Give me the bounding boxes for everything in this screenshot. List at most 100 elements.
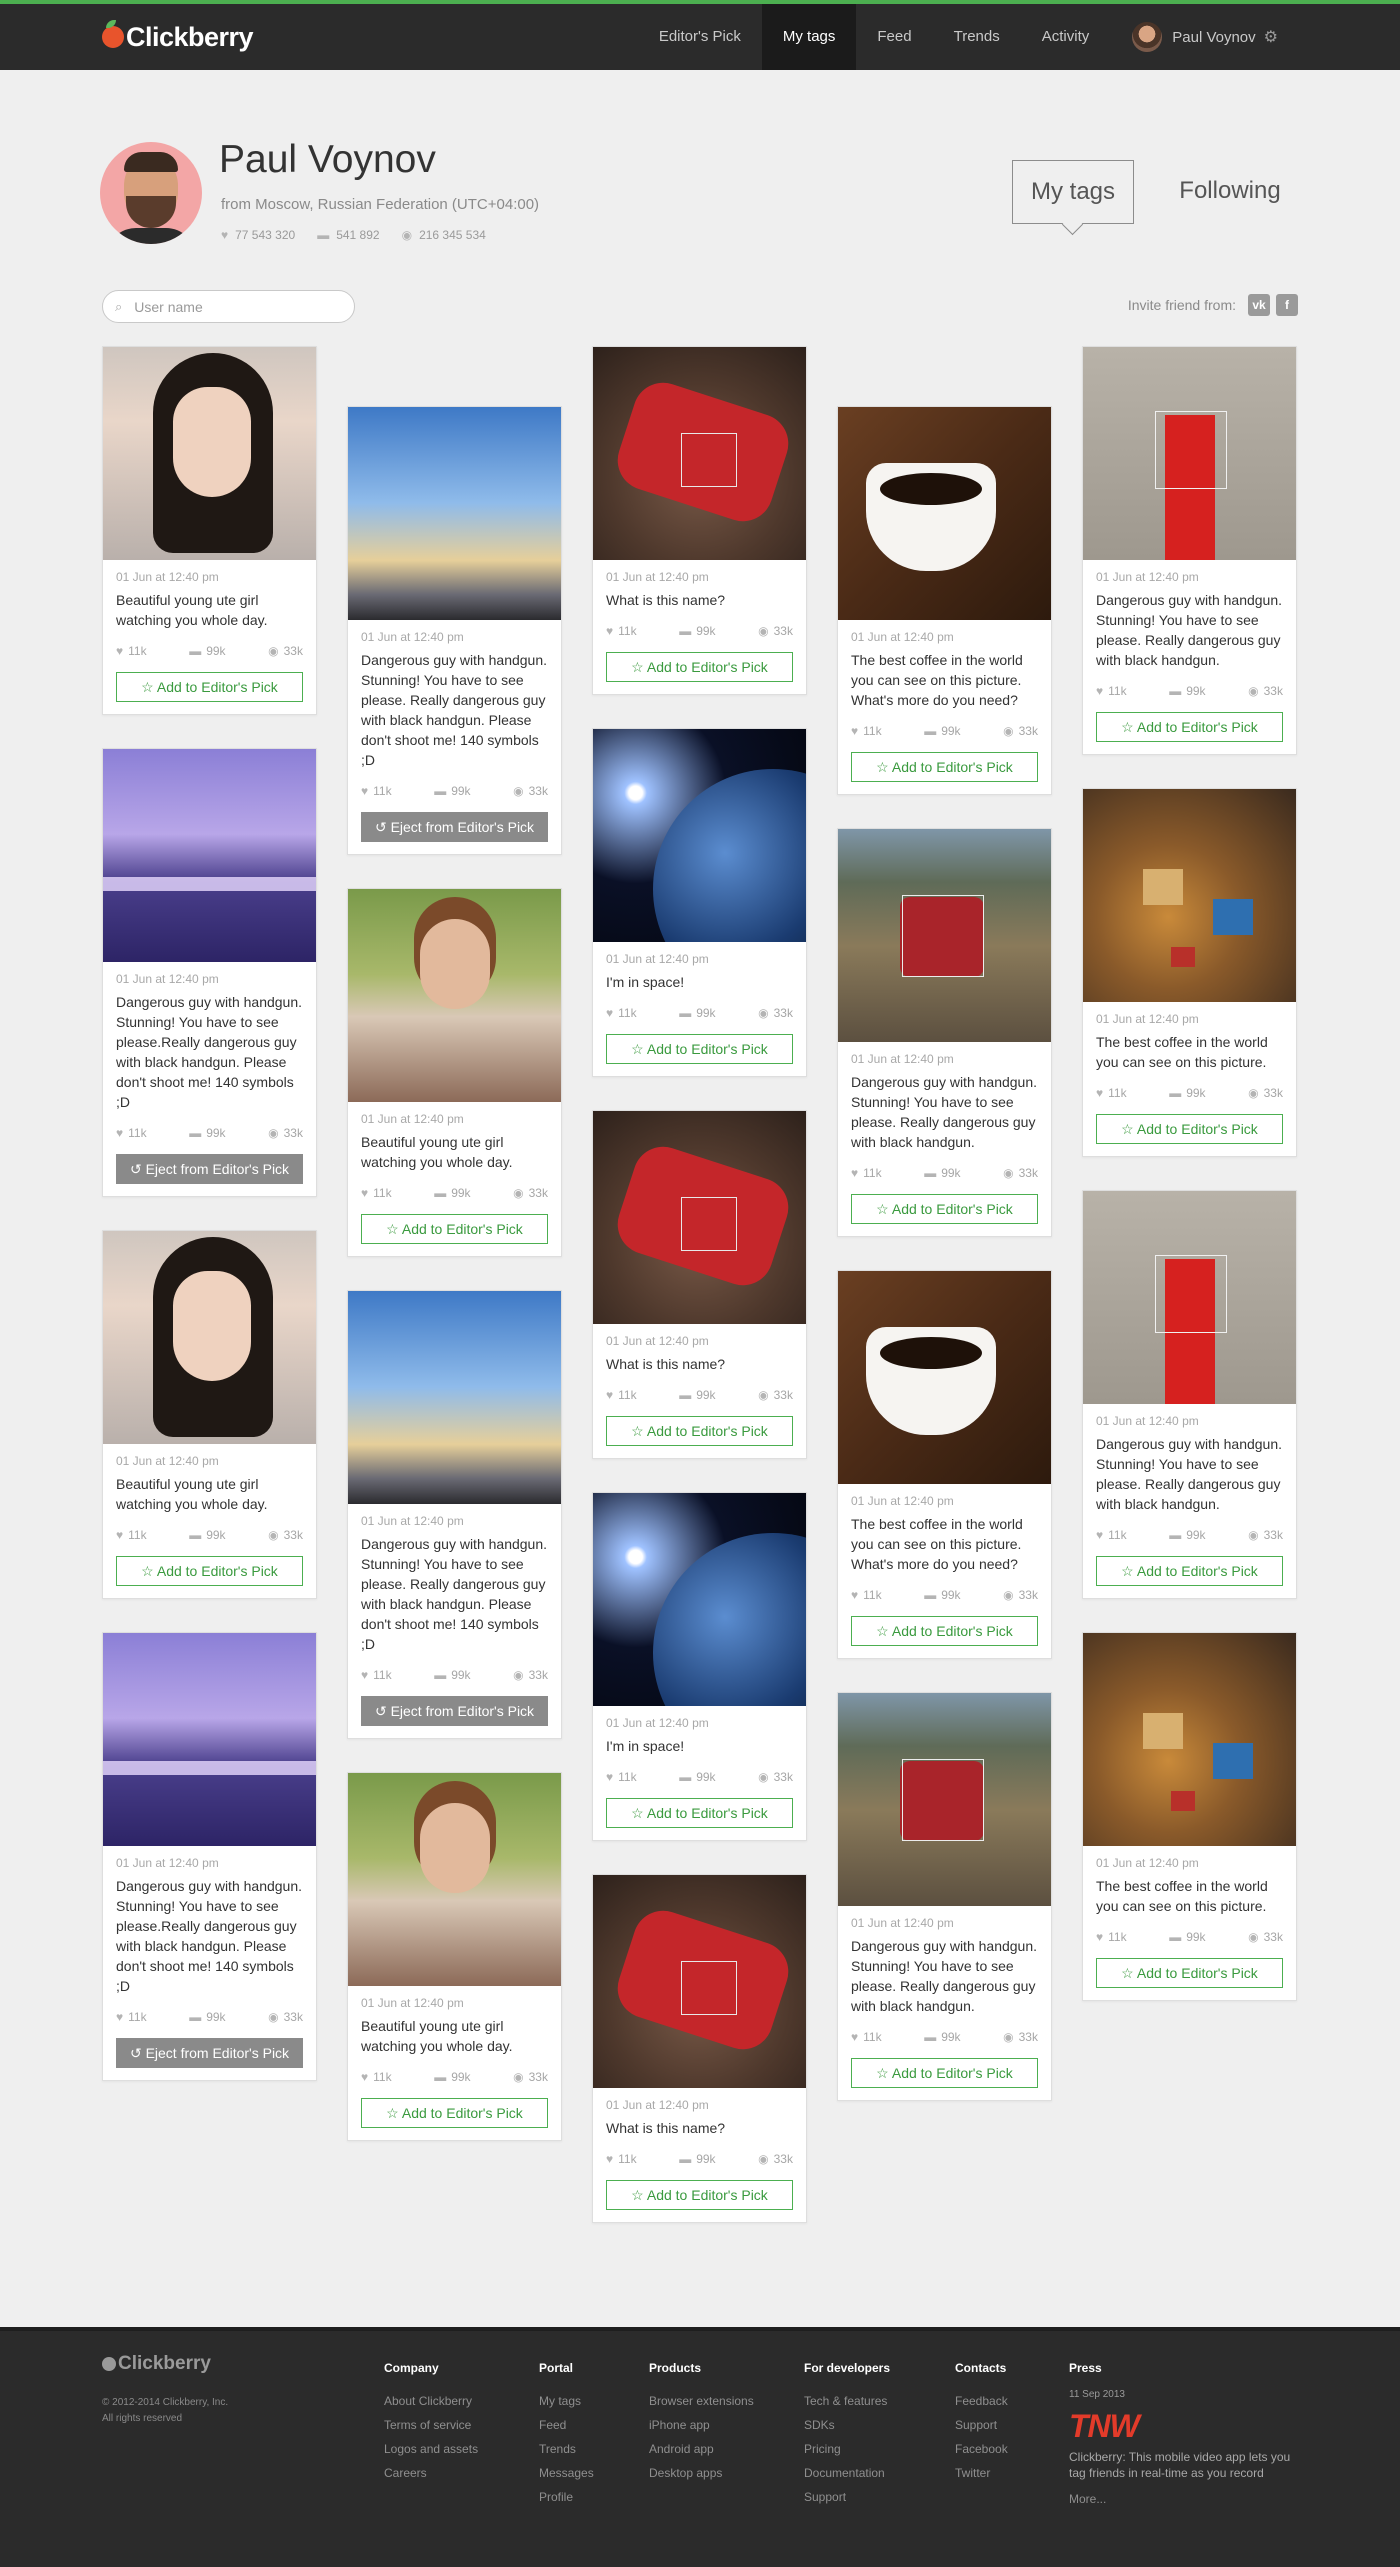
add-to-editors-pick-button[interactable]: ☆ Add to Editor's Pick xyxy=(116,1556,303,1586)
user-menu[interactable]: Paul Voynov ⚙ xyxy=(1110,4,1400,70)
footer-link[interactable]: SDKs xyxy=(804,2413,890,2437)
tag-card[interactable]: 01 Jun at 12:40 pm I'm in space! ♥ 11k ▬ 99k ◉… xyxy=(592,728,807,1077)
footer-link[interactable]: iPhone app xyxy=(649,2413,754,2437)
tag-card[interactable]: 01 Jun at 12:40 pm Dangerous guy with han… xyxy=(102,748,317,1197)
tag-card[interactable]: 01 Jun at 12:40 pm Beautiful young ute gi… xyxy=(102,346,317,715)
card-image[interactable] xyxy=(593,1111,806,1324)
tag-card[interactable]: 01 Jun at 12:40 pm Dangerous guy with han… xyxy=(347,1290,562,1739)
add-to-editors-pick-button[interactable]: ☆ Add to Editor's Pick xyxy=(606,1034,793,1064)
add-to-editors-pick-button[interactable]: ☆ Add to Editor's Pick xyxy=(361,1214,548,1244)
tag-card[interactable]: 01 Jun at 12:40 pm Beautiful young ute gi… xyxy=(347,888,562,1257)
add-to-editors-pick-button[interactable]: ☆ Add to Editor's Pick xyxy=(851,1616,1038,1646)
tag-card[interactable]: 01 Jun at 12:40 pm Dangerous guy with han… xyxy=(347,406,562,855)
footer-link[interactable]: Browser extensions xyxy=(649,2389,754,2413)
footer-link[interactable]: Facebook xyxy=(955,2437,1008,2461)
card-image[interactable] xyxy=(1083,789,1296,1002)
add-to-editors-pick-button[interactable]: ☆ Add to Editor's Pick xyxy=(1096,1556,1283,1586)
add-to-editors-pick-button[interactable]: ☆ Add to Editor's Pick xyxy=(1096,712,1283,742)
nav-activity[interactable]: Activity xyxy=(1021,4,1111,70)
card-image[interactable] xyxy=(348,889,561,1102)
card-image[interactable] xyxy=(1083,1191,1296,1404)
add-to-editors-pick-button[interactable]: ☆ Add to Editor's Pick xyxy=(606,1798,793,1828)
footer-link[interactable]: Tech & features xyxy=(804,2389,890,2413)
tag-card[interactable]: 01 Jun at 12:40 pm The best coffee in the… xyxy=(1082,788,1297,1157)
tag-card[interactable]: 01 Jun at 12:40 pm Beautiful young ute gi… xyxy=(102,1230,317,1599)
add-to-editors-pick-button[interactable]: ☆ Add to Editor's Pick xyxy=(1096,1958,1283,1988)
eject-from-editors-pick-button[interactable]: ↺ Eject from Editor's Pick xyxy=(361,812,548,842)
card-image[interactable] xyxy=(348,1773,561,1986)
footer-link[interactable]: Logos and assets xyxy=(384,2437,478,2461)
footer-link[interactable]: Android app xyxy=(649,2437,754,2461)
footer-link[interactable]: Support xyxy=(955,2413,1008,2437)
card-image[interactable] xyxy=(593,1493,806,1706)
footer-logo[interactable]: Clickberry xyxy=(102,2353,211,2375)
gear-icon[interactable]: ⚙ xyxy=(1264,27,1278,47)
eject-from-editors-pick-button[interactable]: ↺ Eject from Editor's Pick xyxy=(116,1154,303,1184)
add-to-editors-pick-button[interactable]: ☆ Add to Editor's Pick xyxy=(851,2058,1038,2088)
card-image[interactable] xyxy=(103,749,316,962)
nav-editors-pick[interactable]: Editor's Pick xyxy=(638,4,762,70)
add-to-editors-pick-button[interactable]: ☆ Add to Editor's Pick xyxy=(606,2180,793,2210)
card-image[interactable] xyxy=(838,1693,1051,1906)
tag-card[interactable]: 01 Jun at 12:40 pm The best coffee in the… xyxy=(837,1270,1052,1659)
footer-link[interactable]: Profile xyxy=(539,2485,594,2509)
add-to-editors-pick-button[interactable]: ☆ Add to Editor's Pick xyxy=(606,652,793,682)
card-image[interactable] xyxy=(103,347,316,560)
card-image[interactable] xyxy=(103,1231,316,1444)
tag-card[interactable]: 01 Jun at 12:40 pm The best coffee in the… xyxy=(837,406,1052,795)
add-to-editors-pick-button[interactable]: ☆ Add to Editor's Pick xyxy=(851,1194,1038,1224)
tab-following[interactable]: Following xyxy=(1170,160,1290,224)
tag-card[interactable]: 01 Jun at 12:40 pm Dangerous guy with han… xyxy=(837,828,1052,1237)
nav-my-tags[interactable]: My tags xyxy=(761,4,857,70)
tag-card[interactable]: 01 Jun at 12:40 pm Dangerous guy with han… xyxy=(102,1632,317,2081)
footer-link[interactable]: Support xyxy=(804,2485,890,2509)
nav-feed[interactable]: Feed xyxy=(856,4,932,70)
tag-card[interactable]: 01 Jun at 12:40 pm I'm in space! ♥ 11k ▬ 99k ◉… xyxy=(592,1492,807,1841)
footer-link[interactable]: Feedback xyxy=(955,2389,1008,2413)
card-image[interactable] xyxy=(838,1271,1051,1484)
add-to-editors-pick-button[interactable]: ☆ Add to Editor's Pick xyxy=(851,752,1038,782)
card-image[interactable] xyxy=(348,407,561,620)
footer-link[interactable]: Twitter xyxy=(955,2461,1008,2485)
add-to-editors-pick-button[interactable]: ☆ Add to Editor's Pick xyxy=(116,672,303,702)
add-to-editors-pick-button[interactable]: ☆ Add to Editor's Pick xyxy=(1096,1114,1283,1144)
eject-from-editors-pick-button[interactable]: ↺ Eject from Editor's Pick xyxy=(361,1696,548,1726)
logo[interactable]: Clickberry xyxy=(102,20,254,54)
tag-card[interactable]: 01 Jun at 12:40 pm Dangerous guy with han… xyxy=(1082,346,1297,755)
tag-card[interactable]: 01 Jun at 12:40 pm Dangerous guy with han… xyxy=(837,1692,1052,2101)
card-image[interactable] xyxy=(838,829,1051,1042)
card-image[interactable] xyxy=(838,407,1051,620)
tag-card[interactable]: 01 Jun at 12:40 pm Dangerous guy with han… xyxy=(1082,1190,1297,1599)
tag-card[interactable]: 01 Jun at 12:40 pm What is this name? ♥ 11k… xyxy=(592,1110,807,1459)
footer-link[interactable]: Feed xyxy=(539,2413,594,2437)
footer-link[interactable]: Pricing xyxy=(804,2437,890,2461)
press-more-link[interactable]: More... xyxy=(1069,2487,1299,2511)
card-image[interactable] xyxy=(103,1633,316,1846)
nav-trends[interactable]: Trends xyxy=(933,4,1021,70)
facebook-icon[interactable]: f xyxy=(1276,294,1298,316)
card-image[interactable] xyxy=(1083,1633,1296,1846)
vk-icon[interactable]: vk xyxy=(1248,294,1270,316)
footer-link[interactable]: Terms of service xyxy=(384,2413,478,2437)
footer-link[interactable]: My tags xyxy=(539,2389,594,2413)
footer-link[interactable]: Messages xyxy=(539,2461,594,2485)
user-name-input[interactable] xyxy=(134,298,325,315)
card-image[interactable] xyxy=(593,347,806,560)
footer-link[interactable]: Careers xyxy=(384,2461,478,2485)
tab-my-tags[interactable]: My tags xyxy=(1012,160,1134,224)
footer-link[interactable]: Desktop apps xyxy=(649,2461,754,2485)
card-image[interactable] xyxy=(593,729,806,942)
card-image[interactable] xyxy=(1083,347,1296,560)
eject-from-editors-pick-button[interactable]: ↺ Eject from Editor's Pick xyxy=(116,2038,303,2068)
tag-card[interactable]: 01 Jun at 12:40 pm What is this name? ♥ 11k… xyxy=(592,1874,807,2223)
tag-card[interactable]: 01 Jun at 12:40 pm Beautiful young ute gi… xyxy=(347,1772,562,2141)
footer-link[interactable]: About Clickberry xyxy=(384,2389,478,2413)
tag-card[interactable]: 01 Jun at 12:40 pm The best coffee in the… xyxy=(1082,1632,1297,2001)
card-image[interactable] xyxy=(348,1291,561,1504)
footer-link[interactable]: Trends xyxy=(539,2437,594,2461)
card-image[interactable] xyxy=(593,1875,806,2088)
tag-card[interactable]: 01 Jun at 12:40 pm What is this name? ♥ 11k… xyxy=(592,346,807,695)
footer-link[interactable]: Documentation xyxy=(804,2461,890,2485)
add-to-editors-pick-button[interactable]: ☆ Add to Editor's Pick xyxy=(361,2098,548,2128)
add-to-editors-pick-button[interactable]: ☆ Add to Editor's Pick xyxy=(606,1416,793,1446)
